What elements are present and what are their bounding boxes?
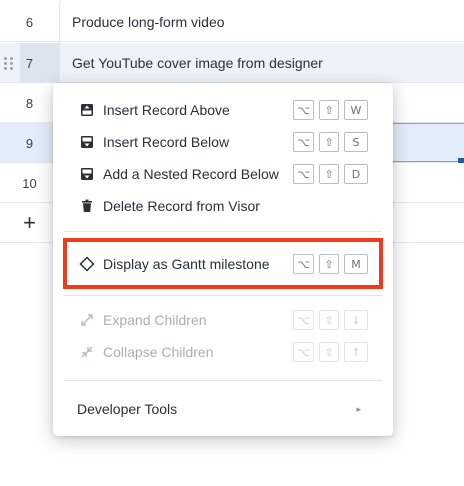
menu-item-delete-record[interactable]: Delete Record from Visor: [53, 191, 393, 221]
row-title-cell[interactable]: Get YouTube cover image from designer: [72, 43, 323, 83]
letter-key: S: [344, 132, 368, 152]
menu-divider: [64, 295, 382, 296]
option-key: ⌥: [293, 342, 314, 362]
menu-item-label: Insert Record Above: [103, 102, 230, 118]
menu-item-developer-tools[interactable]: Developer Tools ▸: [53, 394, 393, 424]
option-key: ⌥: [293, 310, 314, 330]
menu-item-label: Add a Nested Record Below: [103, 166, 279, 182]
row-title-cell[interactable]: Produce long-form video: [72, 2, 225, 42]
collapse-icon: [79, 344, 95, 360]
shortcut-keys: ⌥ ⇧ D: [293, 164, 368, 184]
menu-item-expand-children: Expand Children ⌥ ⇧ ↓: [53, 305, 393, 335]
menu-item-label: Delete Record from Visor: [103, 198, 260, 214]
menu-item-collapse-children: Collapse Children ⌥ ⇧ ↑: [53, 337, 393, 367]
row-number: 7: [0, 43, 60, 83]
option-key: ⌥: [293, 132, 314, 152]
table-row[interactable]: 6 Produce long-form video: [0, 2, 464, 42]
row-number: 6: [0, 2, 60, 42]
letter-key: D: [344, 164, 368, 184]
insert-above-icon: [79, 102, 95, 118]
shortcut-keys: ⌥ ⇧ ↓: [293, 310, 368, 330]
shift-key: ⇧: [319, 310, 339, 330]
shift-key: ⇧: [319, 164, 339, 184]
shift-key: ⇧: [319, 100, 339, 120]
table-row[interactable]: 7 Get YouTube cover image from designer: [0, 43, 464, 83]
menu-item-insert-above[interactable]: Insert Record Above ⌥ ⇧ W: [53, 95, 393, 125]
add-row-button[interactable]: +: [0, 203, 60, 243]
arrow-down-key: ↓: [344, 310, 368, 330]
menu-divider: [64, 231, 382, 232]
menu-divider: [64, 380, 382, 381]
shortcut-keys: ⌥ ⇧ W: [293, 100, 368, 120]
shortcut-keys: ⌥ ⇧ ↑: [293, 342, 368, 362]
menu-item-label: Insert Record Below: [103, 134, 230, 150]
row-number: 9: [0, 123, 60, 163]
menu-item-add-nested[interactable]: Add a Nested Record Below ⌥ ⇧ D: [53, 159, 393, 189]
row-number: 10: [0, 163, 60, 203]
context-menu: Insert Record Above ⌥ ⇧ W Insert Record …: [53, 83, 393, 436]
menu-item-label: Expand Children: [103, 312, 207, 328]
shift-key: ⇧: [319, 132, 339, 152]
trash-icon: [79, 198, 95, 214]
expand-icon: [79, 312, 95, 328]
shortcut-keys: ⌥ ⇧ S: [293, 132, 368, 152]
chevron-right-icon: ▸: [356, 403, 361, 414]
row-number: 8: [0, 83, 60, 123]
menu-item-label: Collapse Children: [103, 344, 214, 360]
nested-record-icon: [79, 166, 95, 182]
option-key: ⌥: [293, 164, 314, 184]
selected-cell-outline: [384, 123, 464, 162]
annotation-highlight-box: [63, 238, 383, 289]
option-key: ⌥: [293, 100, 314, 120]
menu-item-label: Developer Tools: [77, 401, 178, 417]
shift-key: ⇧: [319, 342, 339, 362]
arrow-up-key: ↑: [344, 342, 368, 362]
menu-item-insert-below[interactable]: Insert Record Below ⌥ ⇧ S: [53, 127, 393, 157]
letter-key: W: [344, 100, 368, 120]
insert-below-icon: [79, 134, 95, 150]
